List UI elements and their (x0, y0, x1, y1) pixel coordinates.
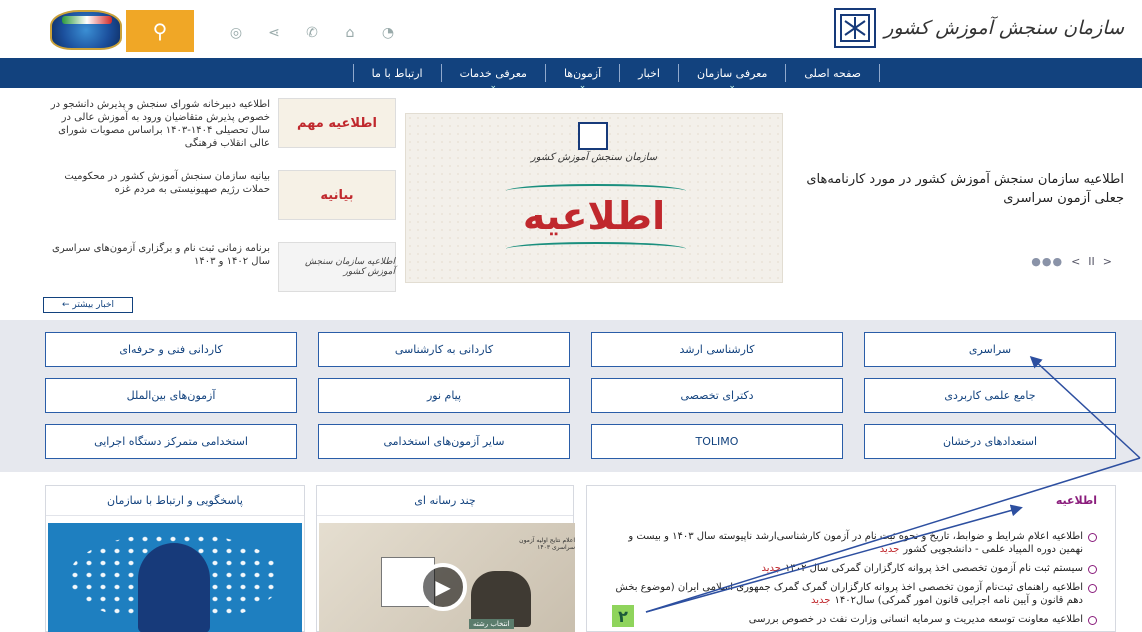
media-caption: اعلام نتایج اولیه آزمون سراسری ۱۴۰۳ (519, 537, 575, 551)
slider-image[interactable]: سازمان سنجش آموزش کشور اطلاعیه (405, 113, 783, 283)
notice-text[interactable]: اطلاعیه راهنمای ثبت‌نام آزمون تخصصی اخذ … (615, 582, 1083, 606)
exam-button[interactable]: جامع علمی کاربردی (864, 378, 1116, 413)
contact-title[interactable]: پاسخگویی و ارتباط با سازمان (46, 486, 304, 516)
news-item[interactable]: اطلاعیه سازمان سنجش آموزش کشور برنامه زم… (40, 242, 396, 304)
play-icon[interactable]: ▶ (419, 563, 467, 611)
exam-button[interactable]: کاردانی به کارشناسی (318, 332, 570, 367)
exam-button[interactable]: پیام نور (318, 378, 570, 413)
share-icon[interactable]: ⋖ (266, 25, 282, 41)
new-badge: جدید (810, 595, 831, 606)
news-thumb: اطلاعیه مهم (278, 98, 396, 148)
header: سازمان سنجش آموزش کشور ⚲ ◎ ⋖ ✆ ⌂ ◔ (0, 0, 1142, 58)
exam-button[interactable]: کاردانی فنی و حرفه‌ای (45, 332, 297, 367)
search-icon: ⚲ (152, 19, 168, 43)
slider-title: اطلاعیه (522, 194, 666, 238)
exam-button[interactable]: سایر آزمون‌های استخدامی (318, 424, 570, 459)
person-icon (138, 543, 210, 632)
exam-button[interactable]: آزمون‌های بین‌الملل (45, 378, 297, 413)
notice-text[interactable]: اطلاعیه اعلام شرایط و ضوابط، تاریخ و نحو… (628, 531, 1083, 555)
notice-item[interactable]: اطلاعیه اعلام شرایط و ضوابط، تاریخ و نحو… (607, 530, 1097, 556)
new-badge: جدید (879, 544, 900, 555)
exam-button[interactable]: استعدادهای درخشان (864, 424, 1116, 459)
nav-item[interactable]: آزمون‌ها (544, 64, 619, 82)
new-badge: جدید (761, 563, 781, 574)
nav-item[interactable]: معرفی سازمان (677, 64, 785, 82)
next-icon[interactable]: > (1103, 255, 1112, 268)
nav-item[interactable]: صفحه اصلی (785, 64, 880, 82)
news-text[interactable]: اطلاعیه دبیرخانه شورای سنجش و پذیرش دانش… (40, 98, 270, 160)
org-logo[interactable]: سازمان سنجش آموزش کشور (834, 8, 1124, 48)
news-thumb: بیانیه (278, 170, 396, 220)
notice-text[interactable]: سیستم ثبت نام آزمون تخصصی اخذ پروانه کار… (785, 563, 1083, 574)
main-nav: صفحه اصلیمعرفی سازماناخبارآزمون‌هامعرفی … (0, 58, 1142, 88)
notice-item[interactable]: سیستم ثبت نام آزمون تخصصی اخذ پروانه کار… (607, 562, 1097, 575)
news-list: اطلاعیه مهم اطلاعیه دبیرخانه شورای سنجش … (40, 98, 396, 314)
media-tag: انتخاب رشته (469, 619, 514, 629)
annotation-number: ۲ (612, 605, 634, 627)
news-item[interactable]: بیانیه بیانیه سازمان سنجش آموزش کشور در … (40, 170, 396, 232)
globe-icon[interactable]: ◎ (228, 25, 244, 41)
pause-icon[interactable]: II (1088, 255, 1095, 268)
slider-caption[interactable]: اطلاعیه سازمان سنجش آموزش کشور در مورد ک… (794, 170, 1124, 208)
ornament-bottom (506, 242, 686, 256)
exam-button[interactable]: کارشناسی ارشد (591, 332, 843, 367)
media-panel: چند رسانه ای اعلام نتایج اولیه آزمون سرا… (316, 485, 575, 632)
exam-button[interactable]: دکترای تخصصی (591, 378, 843, 413)
exam-button[interactable]: TOLIMO (591, 424, 843, 459)
exam-section: سراسری کارشناسی ارشد کاردانی به کارشناسی کا… (0, 320, 1142, 472)
media-video[interactable]: اعلام نتایج اولیه آزمون سراسری ۱۴۰۳ ▶ ان… (319, 523, 575, 632)
news-text[interactable]: بیانیه سازمان سنجش آموزش کشور در محکومیت… (40, 170, 270, 232)
nav-item[interactable]: معرفی خدمات (440, 64, 545, 82)
news-item[interactable]: اطلاعیه مهم اطلاعیه دبیرخانه شورای سنجش … (40, 98, 396, 160)
nav-items: صفحه اصلیمعرفی سازماناخبارآزمون‌هامعرفی … (352, 58, 880, 88)
phone-icon[interactable]: ✆ (304, 25, 320, 41)
notices-title[interactable]: اطلاعیه (587, 486, 1115, 516)
rss-icon[interactable]: ◔ (380, 25, 396, 41)
slider-dots[interactable]: ●●● (1031, 255, 1063, 268)
media-title[interactable]: چند رسانه ای (317, 486, 573, 516)
nav-item[interactable]: اخبار (619, 64, 678, 82)
prev-icon[interactable]: < (1071, 255, 1080, 268)
contact-image[interactable] (48, 523, 302, 632)
home-icon[interactable]: ⌂ (342, 25, 358, 41)
exam-button[interactable]: استخدامی متمرکز دستگاه اجرایی (45, 424, 297, 459)
news-thumb: اطلاعیه سازمان سنجش آموزش کشور (278, 242, 396, 292)
notices-panel: اطلاعیه اطلاعیه اعلام شرایط و ضوابط، تار… (586, 485, 1116, 632)
org-logo-icon (834, 8, 877, 48)
nav-item[interactable]: ارتباط با ما (352, 64, 441, 82)
news-text[interactable]: برنامه زمانی ثبت نام و برگزاری آزمون‌های… (40, 242, 270, 304)
emblem-logo[interactable] (50, 10, 122, 50)
search-button[interactable]: ⚲ (126, 10, 194, 52)
notice-text[interactable]: اطلاعیه معاونت توسعه مدیریت و سرمایه انس… (749, 614, 1083, 625)
notice-list: اطلاعیه اعلام شرایط و ضوابط، تاریخ و نحو… (587, 516, 1115, 626)
exam-grid: سراسری کارشناسی ارشد کاردانی به کارشناسی کا… (43, 332, 1116, 459)
exam-button[interactable]: سراسری (864, 332, 1116, 367)
notice-item[interactable]: اطلاعیه راهنمای ثبت‌نام آزمون تخصصی اخذ … (607, 581, 1097, 607)
top-icons: ◎ ⋖ ✆ ⌂ ◔ (228, 25, 396, 41)
slider-org: سازمان سنجش آموزش کشور (530, 152, 658, 163)
notice-item[interactable]: اطلاعیه معاونت توسعه مدیریت و سرمایه انس… (607, 613, 1097, 626)
slider-logo-icon (578, 122, 608, 150)
org-name: سازمان سنجش آموزش کشور (884, 17, 1124, 39)
slider-controls: ●●● < II > (1031, 255, 1112, 268)
more-news-button[interactable]: اخبار بیشتر ← (43, 297, 133, 313)
contact-panel: پاسخگویی و ارتباط با سازمان (45, 485, 305, 632)
